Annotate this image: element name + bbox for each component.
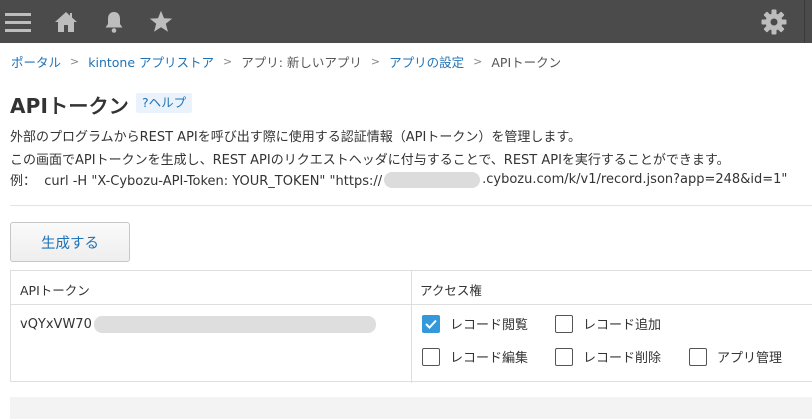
breadcrumb: ポータル > kintone アプリストア > アプリ: 新しいアプリ > アプ… — [11, 52, 561, 71]
description-line: この画面でAPIトークンを生成し、REST APIのリクエストヘッダに付与するこ… — [10, 153, 730, 168]
table-row-token: vQYxVW70 — [20, 316, 376, 333]
breadcrumb-separator: > — [370, 55, 381, 68]
column-header-token: APIトークン — [20, 283, 90, 298]
permission-record-delete[interactable]: レコード削除 — [555, 347, 661, 366]
breadcrumb-separator: > — [473, 55, 483, 68]
checkbox-record-add[interactable] — [555, 314, 573, 333]
breadcrumb-separator: > — [70, 55, 80, 68]
masked-subdomain — [384, 171, 481, 188]
breadcrumb-separator: > — [223, 55, 233, 68]
global-header — [0, 0, 812, 43]
masked-token — [93, 316, 376, 333]
breadcrumb-portal[interactable]: ポータル — [11, 52, 61, 71]
permission-record-edit[interactable]: レコード編集 — [422, 347, 528, 366]
bell-icon[interactable] — [100, 0, 128, 43]
token-table: APIトークン アクセス権 vQYxVW70 レコード閲覧 レコード追加 レコー… — [10, 270, 812, 383]
permission-label: レコード編集 — [450, 351, 529, 366]
column-header-access: アクセス権 — [420, 283, 482, 298]
permission-app-admin[interactable]: アプリ管理 — [689, 347, 782, 366]
permission-label: レコード追加 — [583, 318, 662, 333]
checkbox-record-edit[interactable] — [422, 347, 440, 366]
permission-label: レコード閲覧 — [450, 318, 529, 333]
generate-button[interactable]: 生成する — [10, 222, 130, 262]
home-icon[interactable] — [52, 0, 80, 43]
permission-label: アプリ管理 — [717, 351, 783, 366]
checkbox-record-delete[interactable] — [555, 347, 573, 366]
footer-strip — [10, 397, 812, 419]
star-icon[interactable] — [146, 0, 176, 43]
example-suffix: .cybozu.com/k/v1/record.json?app=248&id=… — [482, 172, 788, 187]
token-value: vQYxVW70 — [20, 317, 92, 332]
example-command: 例： curl -H "X-Cybozu-API-Token: YOUR_TOK… — [10, 170, 787, 189]
permission-record-add[interactable]: レコード追加 — [555, 314, 661, 333]
help-link[interactable]: ?ヘルプ — [136, 93, 193, 113]
menu-icon[interactable] — [4, 0, 32, 43]
breadcrumb-app-store[interactable]: kintone アプリストア — [88, 52, 214, 71]
breadcrumb-app: アプリ: 新しいアプリ — [241, 55, 362, 70]
permission-label: レコード削除 — [583, 351, 662, 366]
page-title: APIトークン — [10, 94, 129, 118]
section-divider — [10, 205, 812, 206]
header-divider — [804, 0, 805, 43]
checkbox-app-admin[interactable] — [689, 347, 707, 366]
permission-record-view[interactable]: レコード閲覧 — [422, 314, 528, 333]
gear-icon[interactable] — [758, 0, 790, 43]
checkbox-record-view[interactable] — [422, 314, 440, 333]
column-divider — [411, 271, 412, 383]
example-prefix: 例： curl -H "X-Cybozu-API-Token: YOUR_TOK… — [10, 174, 383, 189]
breadcrumb-app-settings[interactable]: アプリの設定 — [389, 52, 464, 71]
description-line: 外部のプログラムからREST APIを呼び出す際に使用する認証情報（APIトーク… — [10, 130, 582, 145]
breadcrumb-current: APIトークン — [491, 55, 562, 70]
